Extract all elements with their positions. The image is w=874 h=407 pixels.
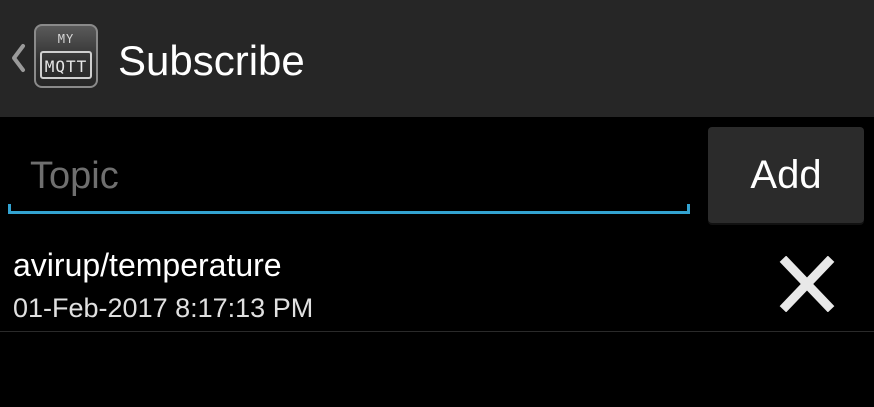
chevron-left-icon <box>12 44 25 72</box>
page-title: Subscribe <box>118 37 305 84</box>
logo-text-mqtt: MQTT <box>40 51 92 79</box>
input-underline-right-tick <box>687 204 690 214</box>
close-icon[interactable] <box>776 256 838 312</box>
logo-text-my: MY <box>57 32 75 46</box>
subscription-timestamp: 01-Feb-2017 8:17:13 PM <box>13 293 314 323</box>
input-underline <box>8 211 690 214</box>
topic-field <box>8 140 690 216</box>
action-bar: MY MQTT Subscribe <box>0 0 874 117</box>
subscription-list: avirup/temperature 01-Feb-2017 8:17:13 P… <box>0 236 874 332</box>
add-button[interactable]: Add <box>708 127 864 223</box>
topic-input[interactable] <box>8 140 690 212</box>
subscription-topic: avirup/temperature <box>13 247 282 283</box>
up-navigation-button[interactable]: MY MQTT <box>0 14 112 102</box>
app-logo: MY MQTT <box>34 24 98 88</box>
list-item[interactable]: avirup/temperature 01-Feb-2017 8:17:13 P… <box>0 236 874 332</box>
subscribe-screen: MY MQTT Subscribe Add avirup/temperature… <box>0 0 874 407</box>
